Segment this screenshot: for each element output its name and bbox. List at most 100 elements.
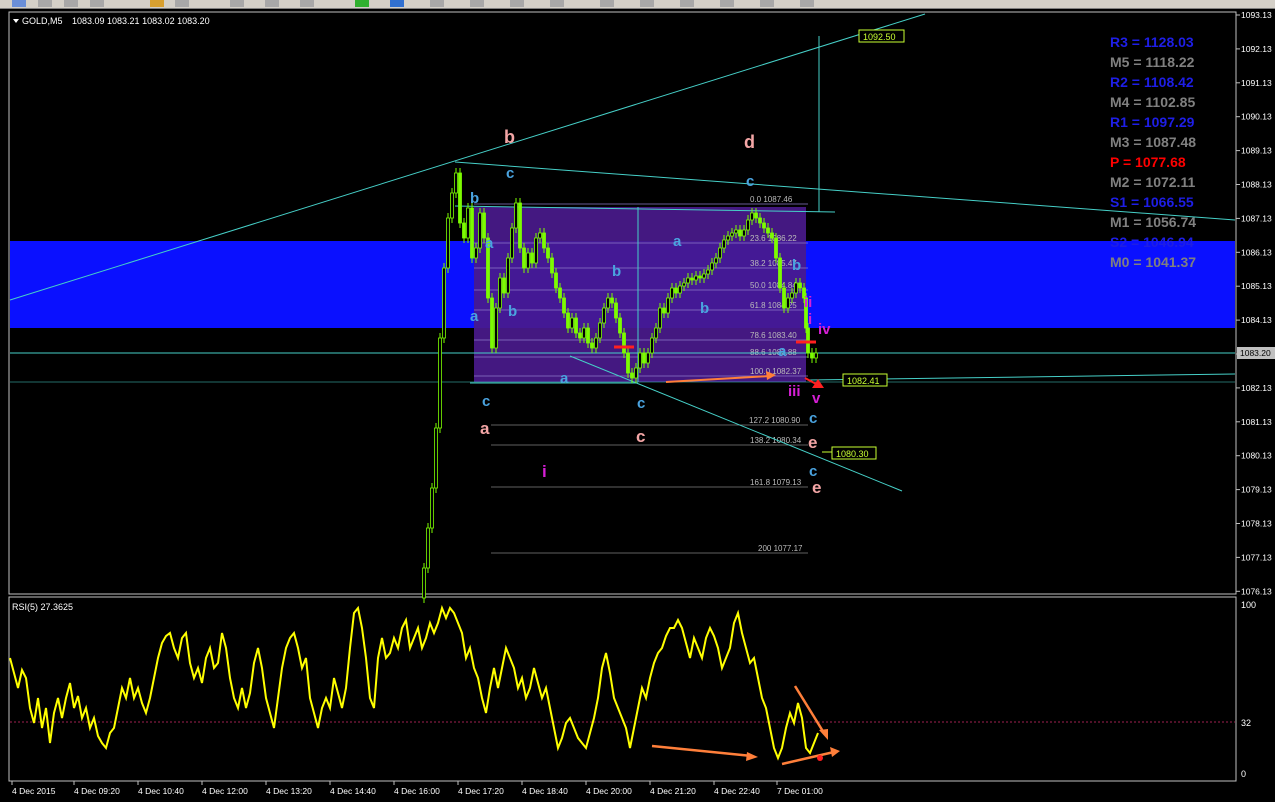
time-tick: 4 Dec 17:20	[458, 786, 504, 796]
time-tick: 4 Dec 14:40	[330, 786, 376, 796]
price-tick: 1077.13	[1241, 552, 1272, 562]
time-tick: 4 Dec 22:40	[714, 786, 760, 796]
price-axis: 1093.13 1092.13 1091.13 1090.13 1089.13 1088.…	[1236, 10, 1272, 596]
rsi-label: RSI(5) 27.3625	[12, 602, 73, 612]
toolbar-button[interactable]	[430, 0, 444, 7]
wave-label: i	[808, 311, 812, 328]
toolbar-button[interactable]	[640, 0, 654, 7]
wave-label: b	[508, 303, 517, 320]
pivot-level: M2 = 1072.11	[1110, 174, 1195, 190]
wave-label: e	[812, 478, 821, 497]
pivot-level: S2 = 1046.94	[1110, 234, 1194, 250]
wave-label: a	[673, 233, 682, 250]
toolbar-button[interactable]	[550, 0, 564, 7]
price-tick: 1079.13	[1241, 485, 1272, 495]
wave-label: b	[612, 263, 621, 280]
pivot-level: P = 1077.68	[1110, 154, 1186, 170]
toolbar-button[interactable]	[12, 0, 26, 7]
wave-label: a	[480, 419, 490, 438]
rsi-tick-100: 100	[1241, 600, 1256, 610]
wave-label: c	[809, 410, 817, 427]
price-tag-upper: 1092.50	[858, 29, 905, 43]
wave-label: c	[637, 395, 645, 412]
fib-level-label: 50.0 1084.84	[750, 281, 797, 290]
toolbar-button[interactable]	[300, 0, 314, 7]
wave-label: d	[744, 132, 755, 152]
pivot-level: R3 = 1128.03	[1110, 34, 1194, 50]
price-tick: 1093.13	[1241, 10, 1272, 20]
wave-label: v	[812, 390, 821, 407]
time-tick: 4 Dec 12:00	[202, 786, 248, 796]
fib-level-label: 0.0 1087.46	[750, 195, 793, 204]
time-tick: 4 Dec 18:40	[522, 786, 568, 796]
toolbar-button[interactable]	[64, 0, 78, 7]
toolbar-button[interactable]	[800, 0, 814, 7]
toolbar-button[interactable]	[150, 0, 164, 7]
toolbar-button[interactable]	[38, 0, 52, 7]
toolbar-button[interactable]	[680, 0, 694, 7]
wave-label: c	[506, 165, 514, 182]
wave-label: c	[636, 427, 645, 446]
wave-label: i	[542, 462, 547, 481]
wave-label: a	[470, 308, 479, 325]
price-tick: 1086.13	[1241, 247, 1272, 257]
symbol-label: GOLD,M5	[22, 16, 63, 26]
pivot-level: M4 = 1102.85	[1110, 94, 1195, 110]
price-tick: 1088.13	[1241, 180, 1272, 190]
fib-level-label: 100.0 1082.37	[750, 367, 802, 376]
wave-label: e	[808, 433, 817, 452]
toolbar-button[interactable]	[355, 0, 369, 7]
wave-label: b	[792, 257, 801, 274]
wave-label: c	[482, 393, 490, 410]
symbol-header: GOLD,M5 1083.09 1083.21 1083.02 1083.20	[13, 16, 210, 26]
wave-label: c	[746, 173, 754, 190]
price-tick: 1080.13	[1241, 451, 1272, 461]
pivot-level: M1 = 1056.74	[1110, 214, 1196, 230]
toolbar-button[interactable]	[600, 0, 614, 7]
toolbar-button[interactable]	[760, 0, 774, 7]
price-tick: 1081.13	[1241, 417, 1272, 427]
fib-level-label: 61.8 1084.25	[750, 301, 797, 310]
price-tick: 1076.13	[1241, 586, 1272, 596]
toolbar-button[interactable]	[265, 0, 279, 7]
toolbar-button[interactable]	[175, 0, 189, 7]
price-tag-mid-label: 1082.41	[847, 376, 880, 386]
toolbar-button[interactable]	[390, 0, 404, 7]
price-tick: 1092.13	[1241, 44, 1272, 54]
wave-label: a	[560, 370, 569, 387]
toolbar-button[interactable]	[510, 0, 524, 7]
current-price-tag: 1083.20	[1237, 347, 1275, 359]
time-tick: 4 Dec 2015	[12, 786, 56, 796]
price-tick: 1084.13	[1241, 315, 1272, 325]
fib-level-label: 200 1077.17	[758, 544, 803, 553]
fib-level-label: 138.2 1080.34	[750, 436, 802, 445]
toolbar-button[interactable]	[90, 0, 104, 7]
wave-label: iii	[788, 383, 801, 400]
time-axis: 4 Dec 2015 4 Dec 09:20 4 Dec 10:40 4 Dec 12…	[11, 781, 823, 796]
wave-label: b	[470, 190, 479, 207]
time-tick: 7 Dec 01:00	[777, 786, 823, 796]
price-tick: 1082.13	[1241, 383, 1272, 393]
pivot-level: S1 = 1066.55	[1110, 194, 1194, 210]
pivot-level: M3 = 1087.48	[1110, 134, 1196, 150]
pivot-level: M5 = 1118.22	[1110, 54, 1195, 70]
price-tick: 1089.13	[1241, 146, 1272, 156]
fib-level-label: 161.8 1079.13	[750, 478, 802, 487]
price-tag-lower-label: 1080.30	[836, 449, 869, 459]
wave-label: a	[778, 343, 787, 360]
time-tick: 4 Dec 20:00	[586, 786, 632, 796]
wave-label: b	[504, 127, 515, 147]
toolbar-button[interactable]	[720, 0, 734, 7]
time-tick: 4 Dec 13:20	[266, 786, 312, 796]
toolbar-button[interactable]	[230, 0, 244, 7]
time-tick: 4 Dec 16:00	[394, 786, 440, 796]
fib-level-label: 78.6 1083.40	[750, 331, 797, 340]
chart-window[interactable]: 0.0 1087.46 23.6 1086.22 38.2 1085.47 50.0 …	[0, 8, 1275, 797]
price-tick: 1085.13	[1241, 281, 1272, 291]
pivot-level: M0 = 1041.37	[1110, 254, 1196, 270]
chart-canvas[interactable]: 0.0 1087.4623.6 1086.2238.2 1085.4750.0 …	[0, 8, 1275, 797]
toolbar-button[interactable]	[470, 0, 484, 7]
price-tick: 1078.13	[1241, 519, 1272, 529]
price-tick: 1090.13	[1241, 112, 1272, 122]
time-tick: 4 Dec 10:40	[138, 786, 184, 796]
